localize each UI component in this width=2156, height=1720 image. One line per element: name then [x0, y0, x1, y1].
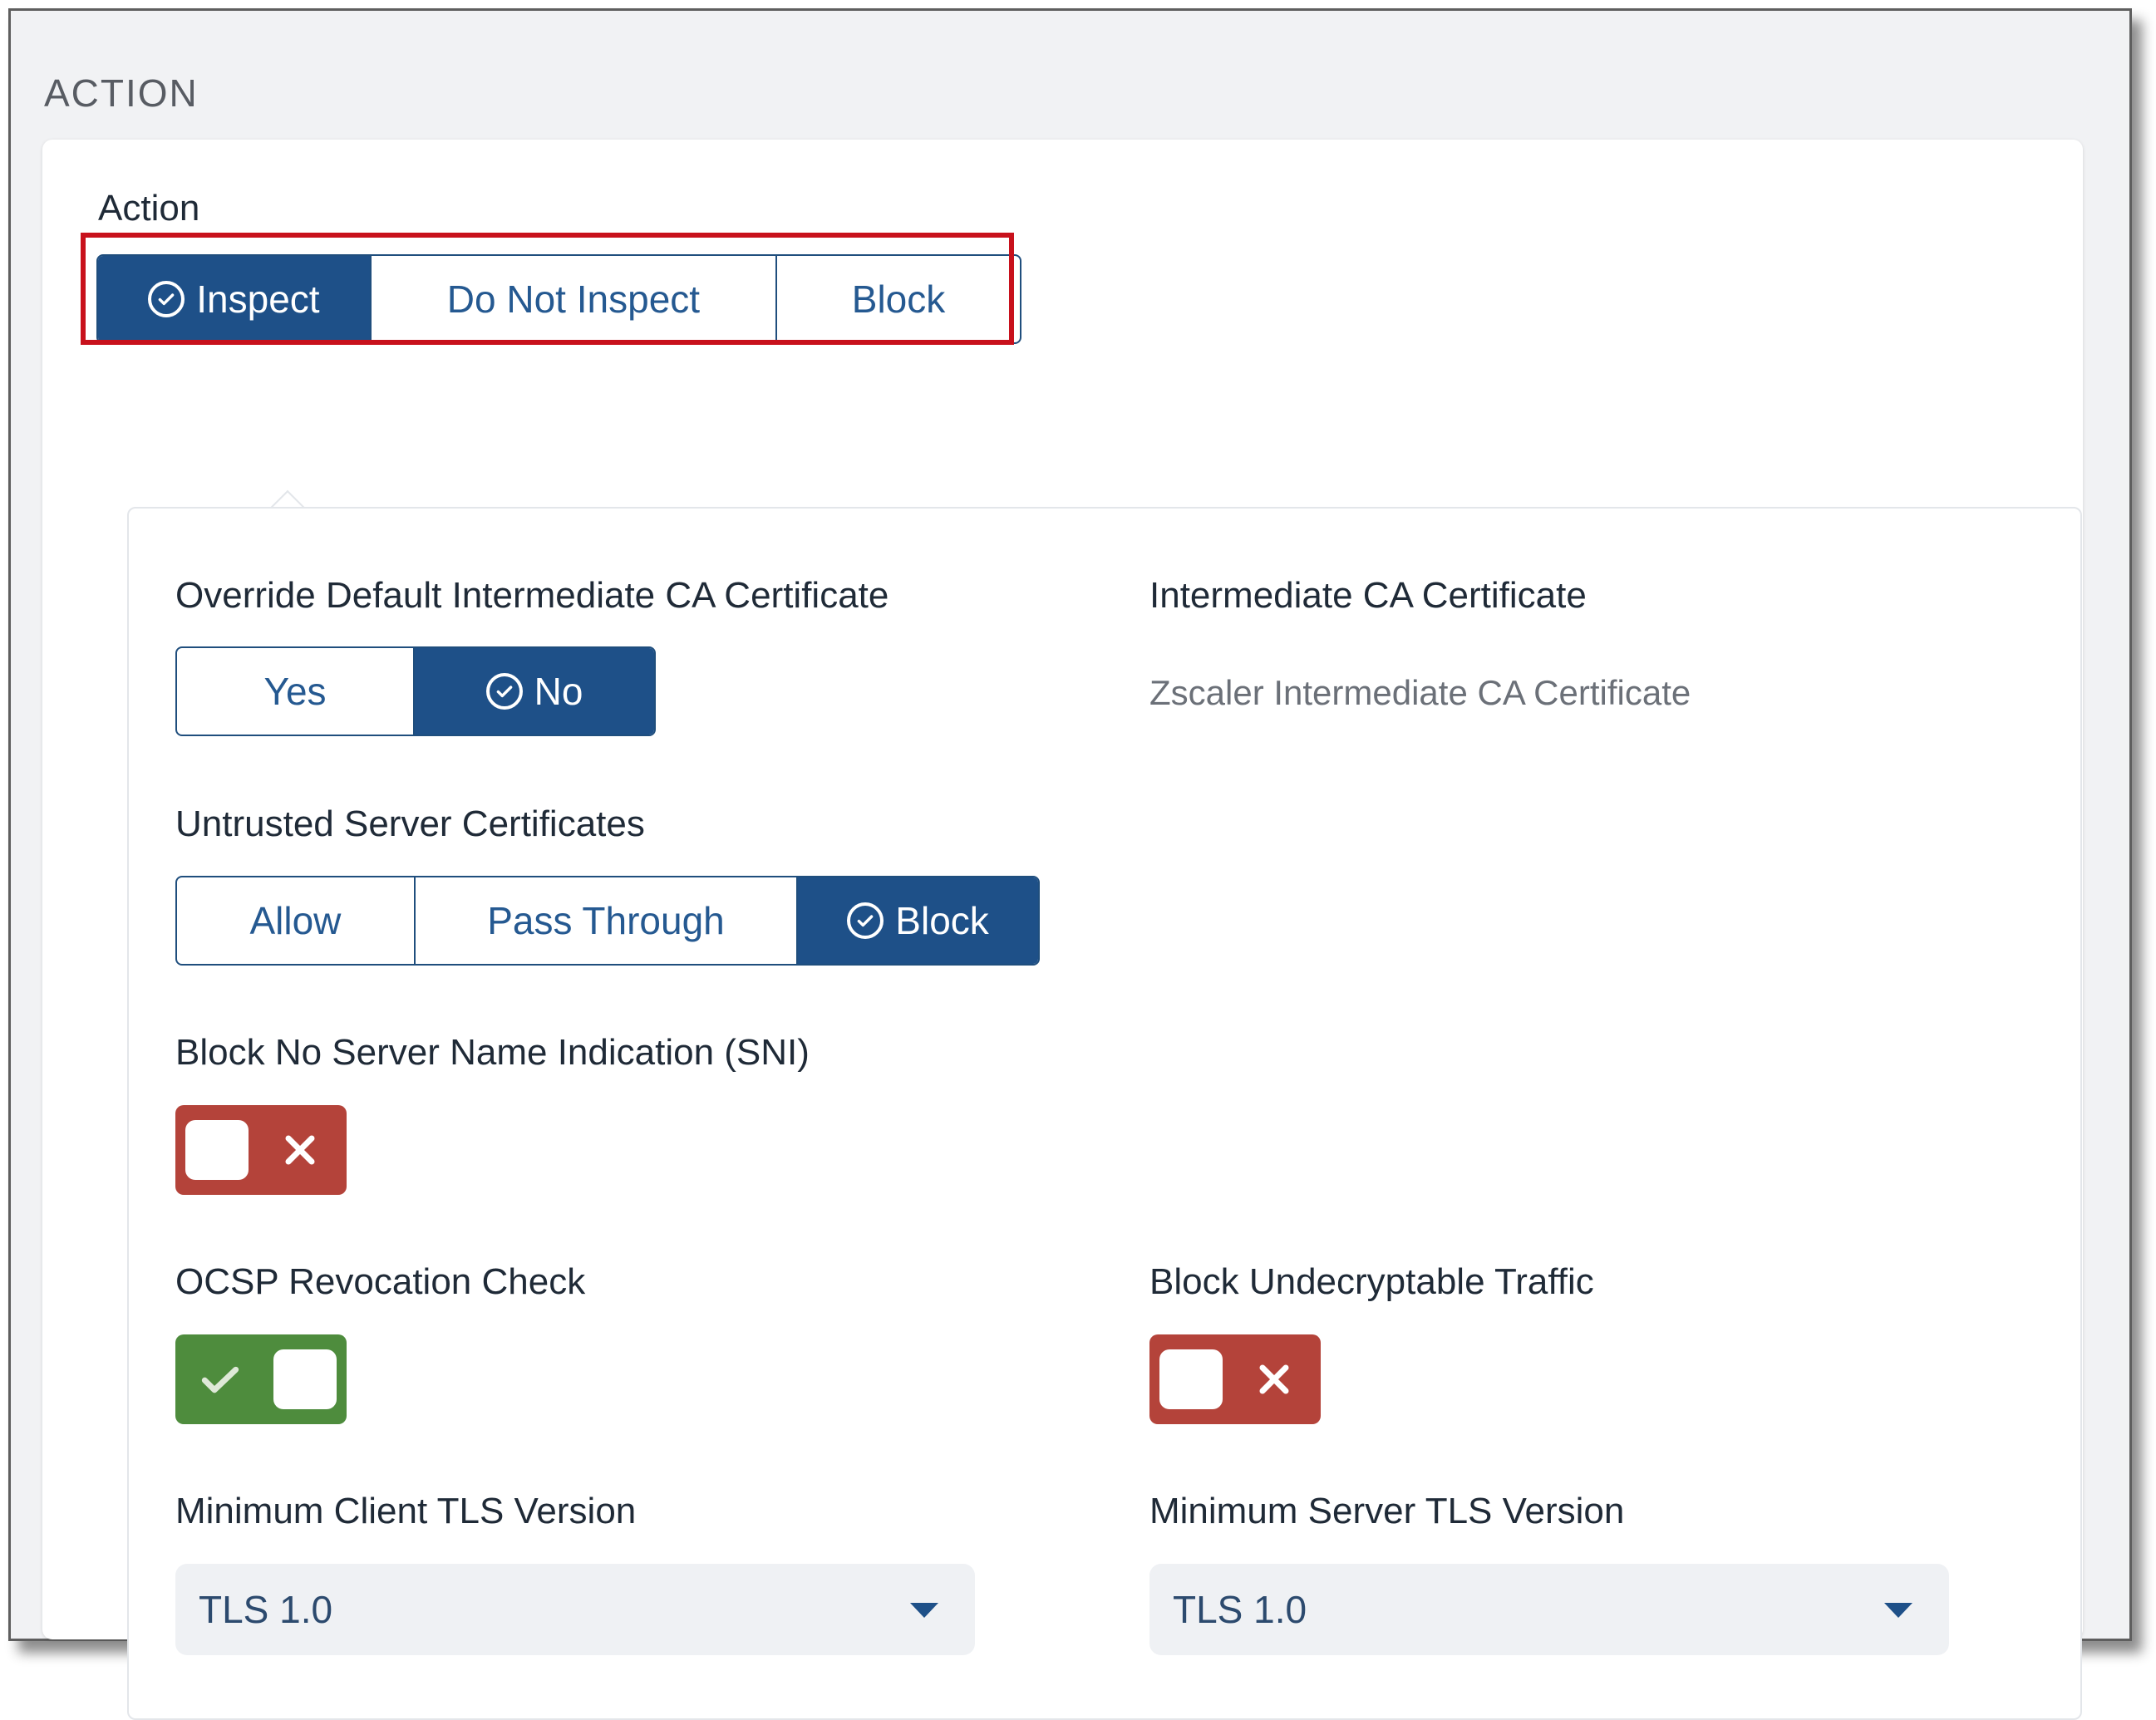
override-ca-option-no-label: No	[534, 670, 583, 713]
min-server-tls-value: TLS 1.0	[1173, 1588, 1307, 1631]
x-icon	[285, 1135, 315, 1165]
checkmark-icon	[201, 1366, 239, 1393]
block-undecryptable-toggle[interactable]	[1149, 1334, 1321, 1424]
min-server-tls-select[interactable]: TLS 1.0	[1149, 1564, 1949, 1655]
check-circle-icon	[847, 902, 884, 939]
ocsp-label: OCSP Revocation Check	[175, 1261, 586, 1302]
highlight-box	[81, 233, 1014, 345]
override-ca-segmented-control: Yes No	[175, 646, 656, 736]
intermediate-ca-value: Zscaler Intermediate CA Certificate	[1149, 673, 1691, 712]
override-ca-label: Override Default Intermediate CA Certifi…	[175, 575, 889, 616]
override-ca-option-no[interactable]: No	[415, 648, 654, 735]
min-server-tls-label: Minimum Server TLS Version	[1149, 1491, 1625, 1531]
x-icon	[1259, 1364, 1289, 1394]
min-client-tls-select[interactable]: TLS 1.0	[175, 1564, 975, 1655]
action-label: Action	[98, 188, 200, 229]
intermediate-ca-label: Intermediate CA Certificate	[1149, 575, 1587, 616]
untrusted-option-allow[interactable]: Allow	[177, 877, 416, 964]
block-sni-toggle[interactable]	[175, 1105, 347, 1195]
untrusted-option-pass-through-label: Pass Through	[487, 899, 725, 942]
ocsp-toggle[interactable]	[175, 1334, 347, 1424]
toggle-knob	[185, 1120, 249, 1180]
toggle-knob	[1159, 1349, 1223, 1409]
min-client-tls-value: TLS 1.0	[199, 1588, 333, 1631]
chevron-down-icon	[1884, 1603, 1912, 1618]
untrusted-option-pass-through[interactable]: Pass Through	[416, 877, 799, 964]
chevron-down-icon	[910, 1603, 938, 1618]
block-sni-label: Block No Server Name Indication (SNI)	[175, 1032, 810, 1073]
untrusted-certs-segmented-control: Allow Pass Through Block	[175, 876, 1040, 966]
untrusted-option-block[interactable]: Block	[798, 877, 1038, 964]
inspect-settings-panel: Override Default Intermediate CA Certifi…	[127, 507, 2082, 1720]
override-ca-option-yes[interactable]: Yes	[177, 648, 416, 735]
block-undecryptable-label: Block Undecryptable Traffic	[1149, 1261, 1594, 1302]
action-card: Action Inspect Do Not Inspect Block Over…	[42, 140, 2083, 1720]
check-circle-icon	[485, 673, 523, 710]
untrusted-certs-label: Untrusted Server Certificates	[175, 803, 645, 844]
untrusted-option-block-label: Block	[895, 899, 989, 942]
section-title: ACTION	[44, 71, 199, 115]
min-client-tls-label: Minimum Client TLS Version	[175, 1491, 637, 1531]
untrusted-option-allow-label: Allow	[249, 899, 342, 942]
toggle-knob	[273, 1349, 337, 1409]
override-ca-option-yes-label: Yes	[263, 670, 327, 713]
